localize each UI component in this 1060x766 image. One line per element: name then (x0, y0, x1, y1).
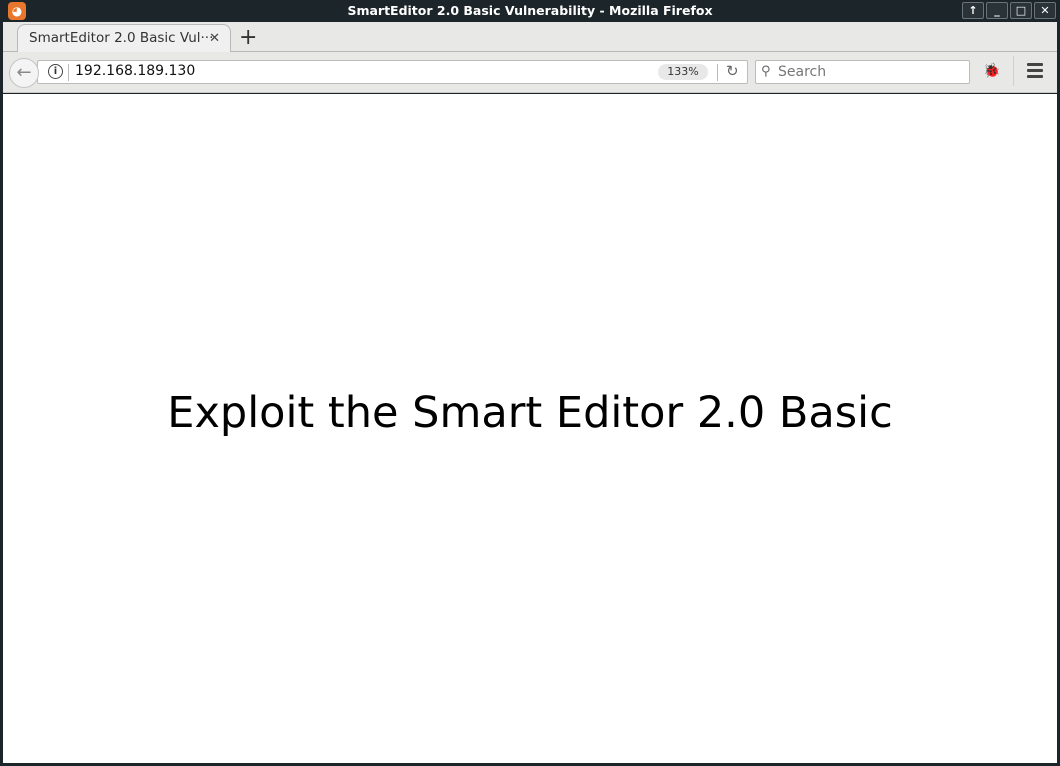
info-icon[interactable]: i (48, 64, 63, 79)
window-titlebar: ◕ SmartEditor 2.0 Basic Vulnerability - … (0, 0, 1060, 22)
tab-active[interactable]: SmartEditor 2.0 Basic Vul··· ✕ (17, 24, 231, 52)
url-bar[interactable]: i 192.168.189.130 133% ↻ (37, 60, 748, 84)
firefox-icon: ◕ (8, 2, 26, 20)
hamburger-menu-icon[interactable] (1027, 63, 1043, 81)
back-arrow-icon: ← (16, 62, 32, 83)
zoom-level[interactable]: 133% (658, 64, 708, 80)
close-window-button[interactable]: ✕ (1034, 2, 1056, 19)
page-heading: Exploit the Smart Editor 2.0 Basic (167, 388, 893, 438)
divider (1013, 56, 1014, 86)
search-input[interactable]: ⚲ Search (755, 60, 970, 84)
search-icon: ⚲ (761, 64, 771, 79)
window-title: SmartEditor 2.0 Basic Vulnerability - Mo… (347, 3, 713, 18)
maximize-button[interactable]: □ (1010, 2, 1032, 19)
divider (717, 64, 718, 81)
divider (68, 64, 69, 81)
minimize-button[interactable]: _ (986, 2, 1008, 19)
browser-toolbar: SmartEditor 2.0 Basic Vul··· ✕ + i 192.1… (3, 22, 1057, 93)
search-placeholder: Search (778, 64, 827, 80)
keep-above-button[interactable]: ↑ (962, 2, 984, 19)
tab-label: SmartEditor 2.0 Basic Vul··· (29, 30, 214, 46)
tab-close-icon[interactable]: ✕ (209, 25, 220, 52)
reload-icon[interactable]: ↻ (726, 62, 739, 80)
page-content: Exploit the Smart Editor 2.0 Basic (3, 94, 1057, 763)
new-tab-button[interactable]: + (239, 25, 257, 50)
url-input[interactable]: 192.168.189.130 (75, 63, 195, 79)
extension-bug-icon[interactable]: 🐞 (983, 63, 1000, 79)
back-button[interactable]: ← (9, 58, 39, 88)
